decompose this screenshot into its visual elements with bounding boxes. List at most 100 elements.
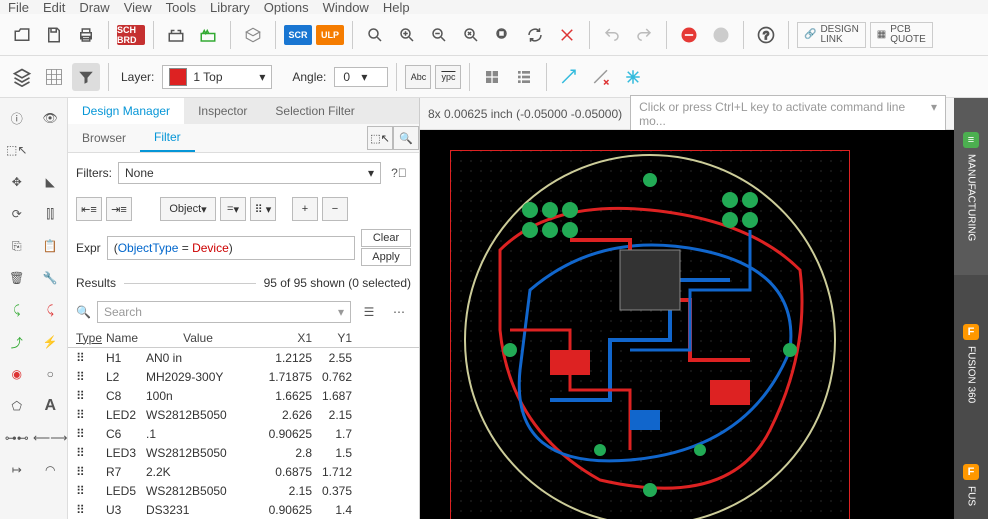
route3-icon[interactable]: ⤴ (5, 330, 29, 354)
tab-inspector[interactable]: Inspector (184, 98, 261, 124)
value-dropdown[interactable]: ⠿ ▾ (250, 197, 276, 221)
tab-selection-filter[interactable]: Selection Filter (261, 98, 368, 124)
ulp-button[interactable]: ULP (316, 25, 344, 45)
move-icon[interactable]: ✥ (5, 170, 29, 194)
select-from-canvas-button[interactable]: ⬚↖ (367, 126, 393, 150)
menu-library[interactable]: Library (210, 0, 250, 15)
indent-button[interactable]: ⇥≡ (106, 197, 132, 221)
save-button[interactable] (40, 21, 68, 49)
snap1-button[interactable] (555, 63, 583, 91)
col-type[interactable]: Type (76, 331, 106, 345)
view-list-button[interactable] (510, 63, 538, 91)
table-row[interactable]: ⠿U3DS32310.906251.4 (68, 500, 419, 519)
menu-tools[interactable]: Tools (166, 0, 196, 15)
menu-view[interactable]: View (124, 0, 152, 15)
cam-button[interactable] (162, 21, 190, 49)
wrench-icon[interactable]: 🔧 (38, 266, 62, 290)
col-x1[interactable]: X1 (250, 331, 312, 345)
delete-icon[interactable]: 🗑 (5, 266, 29, 290)
net-icon[interactable]: ⊶⊷ (5, 426, 29, 450)
hole-icon[interactable]: ○ (38, 362, 62, 386)
select-icon[interactable]: ⬚↖ (5, 138, 29, 162)
scr-button[interactable]: SCR (284, 25, 312, 45)
outdent-button[interactable]: ⇤≡ (76, 197, 102, 221)
vpc-button[interactable]: ypc (435, 65, 461, 89)
table-row[interactable]: ⠿C6.10.906251.7 (68, 424, 419, 443)
line-icon[interactable]: ↦ (5, 458, 29, 482)
view-grid-button[interactable] (478, 63, 506, 91)
route2-icon[interactable]: ⤹ (38, 298, 62, 322)
apply-button[interactable]: Apply (361, 248, 411, 266)
menu-options[interactable]: Options (264, 0, 309, 15)
angle-select[interactable]: 0 ▾ (334, 67, 388, 87)
tab-fusion-extra[interactable]: F FUS (954, 452, 988, 519)
layer-select[interactable]: 1 Top ▾ (162, 65, 272, 89)
list-options-icon[interactable]: ☰ (357, 300, 381, 324)
help-button[interactable]: ? (752, 21, 780, 49)
table-row[interactable]: ⠿LED2WS2812B50502.6262.15 (68, 405, 419, 424)
object-dropdown[interactable]: Object ▾ (160, 197, 216, 221)
pcb-canvas[interactable] (420, 130, 954, 519)
more-icon[interactable]: ⋯ (387, 300, 411, 324)
print-button[interactable] (72, 21, 100, 49)
tab-design-manager[interactable]: Design Manager (68, 98, 184, 124)
zoom-select-button[interactable] (489, 21, 517, 49)
menu-help[interactable]: Help (383, 0, 410, 15)
pcb-quote-button[interactable]: ▦PCB QUOTE (870, 22, 933, 48)
eq-dropdown[interactable]: = ▾ (220, 197, 246, 221)
select-zoom-button[interactable]: 🔍 (393, 126, 419, 150)
snap3-button[interactable] (619, 63, 647, 91)
tab-fusion360[interactable]: F FUSION 360 (954, 275, 988, 452)
stop-button[interactable] (675, 21, 703, 49)
clear-button[interactable]: Clear (361, 229, 411, 247)
arc-icon[interactable]: ◠ (38, 458, 62, 482)
expression-box[interactable]: (ObjectType = Device) (107, 236, 355, 260)
redo-button[interactable] (630, 21, 658, 49)
filter-button[interactable] (72, 63, 100, 91)
refresh-button[interactable] (521, 21, 549, 49)
zoom-out-button[interactable] (425, 21, 453, 49)
info-icon[interactable]: ⓘ (5, 106, 29, 130)
remove-filter-button[interactable]: − (322, 197, 348, 221)
table-row[interactable]: ⠿LED5WS2812B50502.150.375 (68, 481, 419, 500)
route4-icon[interactable]: ⚡ (38, 330, 62, 354)
mirror-icon[interactable]: ◣ (38, 170, 62, 194)
eye-icon[interactable]: 👁 (38, 106, 62, 130)
abc-button[interactable]: Abc (405, 65, 431, 89)
grid-button[interactable] (40, 63, 68, 91)
align-icon[interactable]: ⫿⫿ (38, 202, 62, 226)
col-name[interactable]: Name (106, 331, 146, 345)
open-button[interactable] (8, 21, 36, 49)
paste-icon[interactable]: 📋 (38, 234, 62, 258)
filters-dropdown[interactable]: None▾ (118, 162, 381, 184)
copy-icon[interactable]: ⎘ (5, 234, 29, 258)
table-row[interactable]: ⠿C8100n1.66251.687 (68, 386, 419, 405)
search-input[interactable]: Search▾ (97, 301, 351, 323)
table-row[interactable]: ⠿H1AN0 in1.21252.55 (68, 348, 419, 367)
cancel-button[interactable] (553, 21, 581, 49)
design-link-button[interactable]: 🔗DESIGN LINK (797, 22, 866, 48)
snap2-button[interactable] (587, 63, 615, 91)
table-row[interactable]: ⠿LED3WS2812B50502.81.5 (68, 443, 419, 462)
via-icon[interactable]: ◉ (5, 362, 29, 386)
dimension-icon[interactable]: ⟵⟶ (38, 426, 62, 450)
zoom-in-button[interactable] (393, 21, 421, 49)
go-button[interactable] (707, 21, 735, 49)
manufacture-button[interactable] (194, 21, 222, 49)
subtab-filter[interactable]: Filter (140, 124, 195, 152)
polygon-icon[interactable]: ⬠ (5, 394, 29, 418)
add-filter-button[interactable]: + (292, 197, 318, 221)
menu-draw[interactable]: Draw (79, 0, 109, 15)
filter-help-icon[interactable]: ?⃝ (387, 161, 411, 185)
table-row[interactable]: ⠿R72.2K0.68751.712 (68, 462, 419, 481)
zoom-redraw-button[interactable] (457, 21, 485, 49)
sch-brd-button[interactable]: SCH BRD (117, 25, 145, 45)
layers-button[interactable] (8, 63, 36, 91)
zoom-fit-button[interactable] (361, 21, 389, 49)
rotate-icon[interactable]: ⟳ (5, 202, 29, 226)
table-row[interactable]: ⠿L2MH2029-300Y1.718750.762 (68, 367, 419, 386)
menu-window[interactable]: Window (323, 0, 369, 15)
undo-button[interactable] (598, 21, 626, 49)
col-y1[interactable]: Y1 (312, 331, 352, 345)
col-value[interactable]: Value (146, 331, 250, 345)
